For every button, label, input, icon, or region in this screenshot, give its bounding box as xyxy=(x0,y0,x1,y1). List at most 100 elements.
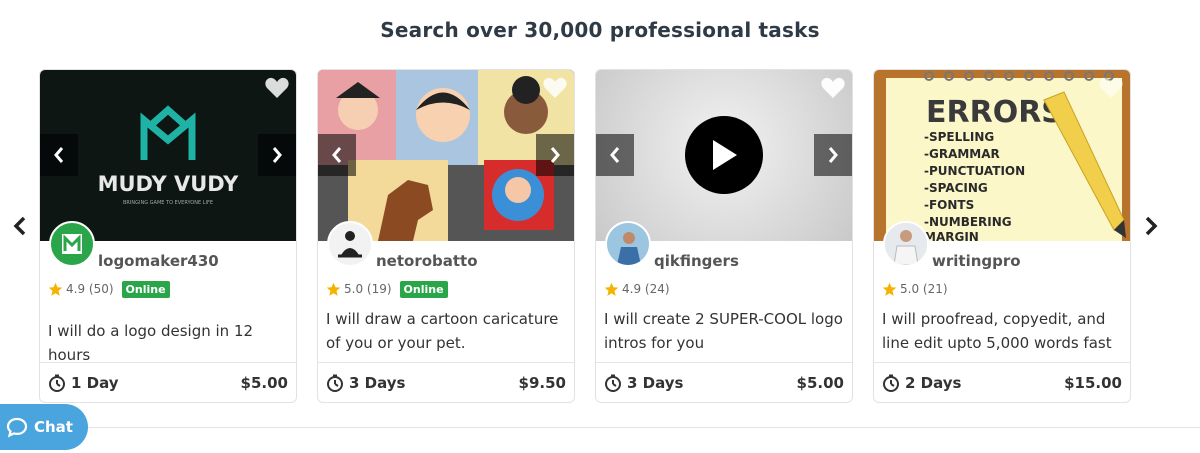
error-line: MARGIN xyxy=(924,230,979,241)
favorite-heart-button[interactable] xyxy=(1098,76,1124,100)
online-badge: Online xyxy=(399,280,448,298)
favorite-heart-button[interactable] xyxy=(542,76,568,100)
chevron-left-icon xyxy=(54,147,64,163)
rating-text: 5.0 (19) xyxy=(344,282,392,296)
seller-name[interactable]: writingpro xyxy=(932,252,1021,270)
errors-notepad-artwork: ERRORS -SPELLING -GRAMMAR -PUNCTUATION -… xyxy=(886,71,1126,241)
gig-card[interactable]: netorobatto 5.0 (19) Online I will draw … xyxy=(317,69,575,403)
favorite-heart-button[interactable] xyxy=(820,76,846,100)
meditation-figure-icon xyxy=(338,231,362,258)
error-line: -FONTS xyxy=(924,198,974,212)
delivery-label: 3 Days xyxy=(627,373,684,392)
star-icon xyxy=(604,282,619,296)
star-icon xyxy=(48,282,63,296)
stopwatch-icon xyxy=(327,374,343,392)
stopwatch-icon xyxy=(605,374,621,392)
gig-thumbnail[interactable]: MUDY VUDY BRINGING GAME TO EVERYONE LIFE xyxy=(40,70,296,241)
carousel-prev-button[interactable] xyxy=(8,214,32,238)
price: $5.00 xyxy=(240,373,288,392)
gig-card[interactable]: ERRORS -SPELLING -GRAMMAR -PUNCTUATION -… xyxy=(873,69,1131,403)
delivery-time: 3 Days xyxy=(604,374,683,392)
rating-text: 5.0 (21) xyxy=(900,282,948,296)
online-badge: Online xyxy=(121,280,170,298)
seller-avatar[interactable] xyxy=(327,221,373,267)
error-line: -SPELLING xyxy=(924,130,994,144)
seller-avatar[interactable] xyxy=(49,221,95,267)
rating-text: 4.9 (24) xyxy=(622,282,670,296)
gig-thumbnail[interactable] xyxy=(596,70,852,241)
gig-title[interactable]: I will draw a cartoon caricature of you … xyxy=(326,307,570,355)
chevron-right-icon xyxy=(828,147,838,163)
star-icon xyxy=(326,282,341,296)
carousel-next-button[interactable] xyxy=(1139,214,1163,238)
image-prev-button[interactable] xyxy=(40,134,78,176)
seller-name[interactable]: logomaker430 xyxy=(98,252,219,270)
delivery-time: 3 Days xyxy=(326,374,405,392)
error-line: -GRAMMAR xyxy=(924,147,1000,161)
delivery-time: 1 Day xyxy=(48,374,119,392)
chevron-right-icon xyxy=(272,147,282,163)
image-next-button[interactable] xyxy=(258,134,296,176)
rating-row: 5.0 (21) xyxy=(882,280,948,298)
gig-card[interactable]: MUDY VUDY BRINGING GAME TO EVERYONE LIFE… xyxy=(39,69,297,403)
gig-footer: 3 Days $9.50 xyxy=(318,362,574,402)
chat-label: Chat xyxy=(34,418,73,436)
chevron-right-icon xyxy=(550,147,560,163)
image-prev-button[interactable] xyxy=(596,134,634,176)
errors-heading: ERRORS xyxy=(926,95,1063,130)
delivery-time: 2 Days xyxy=(882,374,961,392)
error-line: -PUNCTUATION xyxy=(924,164,1025,178)
stopwatch-icon xyxy=(49,374,65,392)
seller-photo-icon xyxy=(885,223,927,265)
chevron-right-icon xyxy=(1145,216,1158,236)
gig-footer: 3 Days $5.00 xyxy=(596,362,852,402)
heart-icon xyxy=(1099,77,1123,98)
gig-footer: 2 Days $15.00 xyxy=(874,362,1130,402)
gig-title[interactable]: I will do a logo design in 12 hours xyxy=(48,319,292,367)
rating-text: 4.9 (50) xyxy=(66,282,114,296)
gig-title[interactable]: I will proofread, copyedit, and line edi… xyxy=(882,307,1126,355)
seller-avatar[interactable] xyxy=(883,221,929,267)
heart-icon xyxy=(543,77,567,98)
gig-title[interactable]: I will create 2 SUPER-COOL logo intros f… xyxy=(604,307,848,355)
seller-avatar[interactable] xyxy=(605,221,651,267)
seller-photo-icon xyxy=(607,223,649,265)
chevron-left-icon xyxy=(610,147,620,163)
section-divider xyxy=(88,427,1200,428)
rating-row: 5.0 (19) Online xyxy=(326,280,448,298)
gig-thumbnail[interactable] xyxy=(318,70,574,241)
chat-button[interactable]: Chat xyxy=(0,404,88,450)
error-line: -SPACING xyxy=(924,181,988,195)
play-icon xyxy=(713,140,737,170)
seller-name[interactable]: qikfingers xyxy=(654,252,739,270)
heart-icon xyxy=(821,77,845,98)
video-play-button[interactable] xyxy=(685,116,763,194)
rating-row: 4.9 (24) xyxy=(604,280,670,298)
error-line: -NUMBERING xyxy=(924,215,1012,229)
price: $15.00 xyxy=(1064,373,1122,392)
logo-subtext: BRINGING GAME TO EVERYONE LIFE xyxy=(123,200,213,206)
price: $5.00 xyxy=(796,373,844,392)
chevron-left-icon xyxy=(13,216,26,236)
favorite-heart-button[interactable] xyxy=(264,76,290,100)
image-prev-button[interactable] xyxy=(318,134,356,176)
heart-icon xyxy=(265,77,289,98)
rating-row: 4.9 (50) Online xyxy=(48,280,170,298)
stopwatch-icon xyxy=(883,374,899,392)
logo-text: MUDY VUDY xyxy=(98,172,240,196)
seller-logo-icon xyxy=(62,234,82,254)
image-next-button[interactable] xyxy=(536,134,574,176)
delivery-label: 1 Day xyxy=(71,373,119,392)
delivery-label: 2 Days xyxy=(905,373,962,392)
delivery-label: 3 Days xyxy=(349,373,406,392)
seller-name[interactable]: netorobatto xyxy=(376,252,478,270)
image-next-button[interactable] xyxy=(814,134,852,176)
gig-thumbnail[interactable]: ERRORS -SPELLING -GRAMMAR -PUNCTUATION -… xyxy=(874,70,1130,241)
section-title: Search over 30,000 professional tasks xyxy=(380,18,820,42)
chevron-left-icon xyxy=(332,147,342,163)
gig-footer: 1 Day $5.00 xyxy=(40,362,296,402)
star-icon xyxy=(882,282,897,296)
price: $9.50 xyxy=(518,373,566,392)
chat-bubble-icon xyxy=(6,417,28,438)
gig-card[interactable]: qikfingers 4.9 (24) I will create 2 SUPE… xyxy=(595,69,853,403)
